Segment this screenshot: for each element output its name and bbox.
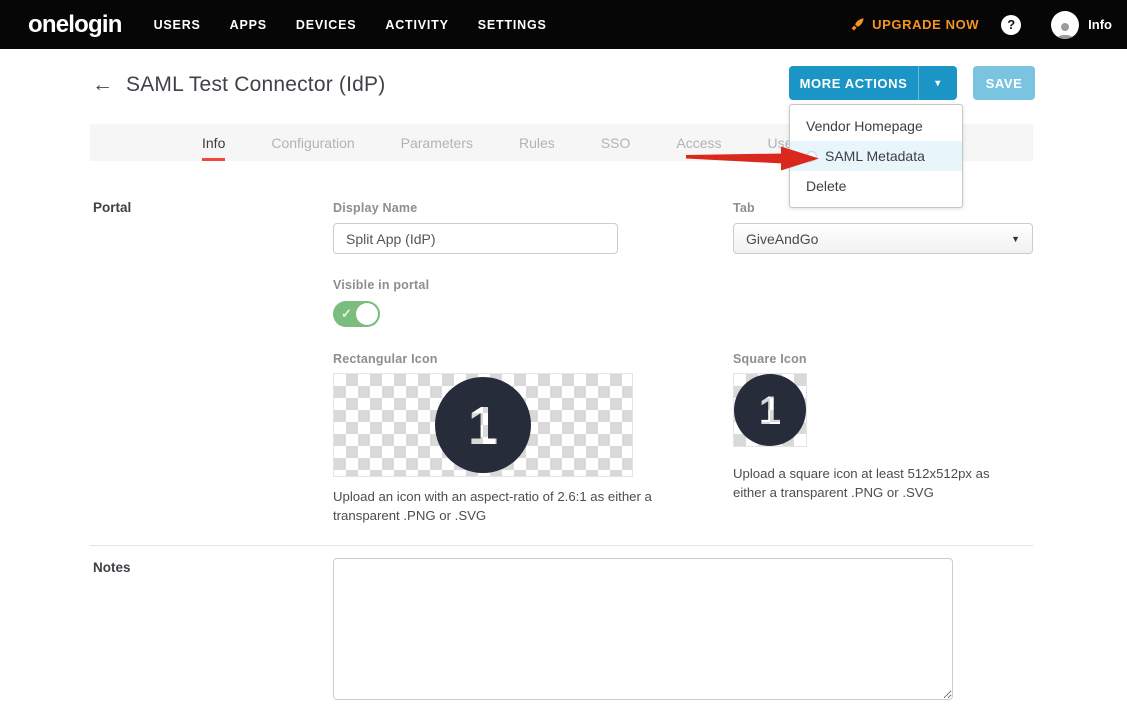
app-logo-digit: 1	[468, 396, 498, 456]
menu-item-saml-metadata[interactable]: SAML Metadata	[790, 141, 962, 171]
tab-select[interactable]: GiveAndGo ▼	[733, 223, 1033, 254]
nav-item-settings[interactable]: SETTINGS	[478, 18, 547, 32]
rectangular-icon-upload[interactable]: 1	[333, 373, 633, 477]
section-divider	[90, 545, 1033, 546]
display-name-input[interactable]	[333, 223, 618, 254]
nav-item-devices[interactable]: DEVICES	[296, 18, 356, 32]
back-arrow-icon[interactable]: ←	[92, 73, 113, 97]
menu-item-delete[interactable]: Delete	[790, 171, 962, 201]
rocket-icon	[850, 17, 865, 32]
rect-icon-caption: Upload an icon with an aspect-ratio of 2…	[333, 487, 698, 525]
tab-sso[interactable]: SSO	[601, 124, 631, 161]
portal-section-label: Portal	[93, 200, 131, 215]
tab-configuration[interactable]: Configuration	[271, 124, 354, 161]
select-caret-icon: ▼	[1011, 234, 1020, 244]
save-button[interactable]: SAVE	[973, 66, 1035, 100]
menu-item-vendor-homepage[interactable]: Vendor Homepage	[790, 111, 962, 141]
main-nav: USERS APPS DEVICES ACTIVITY SETTINGS	[154, 18, 576, 32]
more-actions-button[interactable]: MORE ACTIONS ▾	[789, 66, 957, 100]
tab-parameters[interactable]: Parameters	[401, 124, 473, 161]
toggle-knob	[355, 302, 379, 326]
nav-right: UPGRADE NOW ? Info	[850, 11, 1112, 39]
square-icon-caption: Upload a square icon at least 512x512px …	[733, 464, 1018, 502]
tab-info[interactable]: Info	[202, 124, 225, 161]
user-name: Info	[1088, 17, 1112, 32]
more-actions-menu: Vendor Homepage SAML Metadata Delete	[789, 104, 963, 208]
nav-item-apps[interactable]: APPS	[230, 18, 267, 32]
more-actions-label: MORE ACTIONS	[789, 66, 918, 100]
onelogin-logo[interactable]: onelogin	[28, 11, 122, 39]
app-logo-icon: 1	[435, 377, 531, 473]
square-icon-upload[interactable]: 1	[733, 373, 807, 447]
person-icon	[1055, 21, 1075, 39]
help-icon[interactable]: ?	[1001, 15, 1021, 35]
tab-rules[interactable]: Rules	[519, 124, 555, 161]
upgrade-now-label: UPGRADE NOW	[872, 17, 979, 32]
display-name-label: Display Name	[333, 201, 618, 215]
nav-item-activity[interactable]: ACTIVITY	[385, 18, 448, 32]
check-icon: ✓	[341, 306, 352, 322]
tab-access[interactable]: Access	[676, 124, 721, 161]
app-logo-digit-square: 1	[759, 389, 781, 433]
visible-in-portal-label: Visible in portal	[333, 278, 429, 292]
page-title: SAML Test Connector (IdP)	[126, 73, 385, 97]
visible-in-portal-toggle[interactable]: ✓	[333, 301, 380, 327]
tab-select-value: GiveAndGo	[746, 231, 818, 247]
app-logo-icon-square: 1	[734, 374, 806, 446]
top-nav: onelogin USERS APPS DEVICES ACTIVITY SET…	[0, 0, 1127, 49]
nav-item-users[interactable]: USERS	[154, 18, 201, 32]
notes-textarea[interactable]	[333, 558, 953, 700]
notes-section-label: Notes	[93, 560, 131, 575]
upgrade-now-button[interactable]: UPGRADE NOW	[850, 17, 979, 32]
square-icon-label: Square Icon	[733, 352, 1018, 366]
avatar[interactable]	[1051, 11, 1079, 39]
rectangular-icon-label: Rectangular Icon	[333, 352, 698, 366]
chevron-down-icon[interactable]: ▾	[918, 66, 957, 100]
link-circle-icon	[806, 151, 817, 162]
